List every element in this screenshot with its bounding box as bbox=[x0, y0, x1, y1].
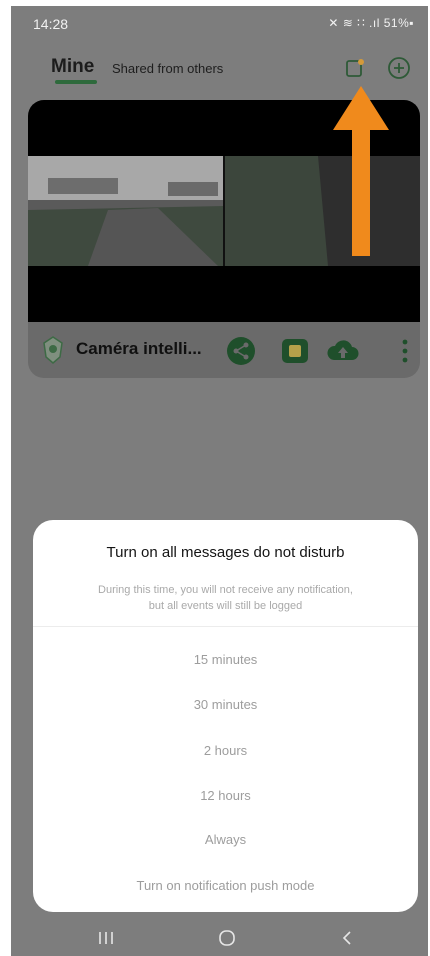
status-bar: 14:28 ✕ ≋ ∷ .ıl 51%▪ bbox=[11, 6, 428, 40]
system-nav-bar bbox=[11, 918, 428, 956]
sheet-description-line: During this time, you will not receive a… bbox=[98, 584, 353, 596]
sheet-description: During this time, you will not receive a… bbox=[57, 582, 394, 614]
sheet-title: Turn on all messages do not disturb bbox=[106, 544, 345, 561]
camera-name[interactable]: Caméra intelli... bbox=[76, 339, 202, 359]
message-notification-icon[interactable] bbox=[345, 58, 365, 78]
option-12-hours[interactable]: 12 hours bbox=[33, 788, 418, 803]
share-icon[interactable] bbox=[226, 336, 256, 366]
recent-apps-icon[interactable] bbox=[97, 930, 115, 946]
add-circle-icon[interactable] bbox=[387, 56, 411, 80]
phone-screen: 14:28 ✕ ≋ ∷ .ıl 51%▪ Mine Shared from ot… bbox=[11, 6, 428, 956]
status-indicators: ✕ ≋ ∷ .ıl 51%▪ bbox=[328, 16, 414, 30]
do-not-disturb-sheet: Turn on all messages do not disturb Duri… bbox=[33, 520, 418, 912]
option-30-minutes[interactable]: 30 minutes bbox=[33, 697, 418, 712]
camera-info-row: Caméra intelli... bbox=[28, 326, 420, 376]
option-15-minutes[interactable]: 15 minutes bbox=[33, 652, 418, 667]
option-notification-push-mode[interactable]: Turn on notification push mode bbox=[33, 878, 418, 893]
cloud-upload-icon[interactable] bbox=[325, 336, 361, 366]
option-2-hours[interactable]: 2 hours bbox=[33, 743, 418, 758]
sheet-description-line: but all events will still be logged bbox=[148, 600, 303, 612]
option-always[interactable]: Always bbox=[33, 832, 418, 847]
tab-active-indicator bbox=[55, 80, 97, 84]
more-vertical-icon[interactable] bbox=[398, 336, 412, 366]
annotation-arrow-icon bbox=[333, 86, 389, 256]
camera-brand-icon bbox=[43, 336, 63, 364]
clip-icon[interactable] bbox=[280, 336, 310, 366]
back-icon[interactable] bbox=[341, 929, 353, 947]
status-time: 14:28 bbox=[33, 16, 69, 32]
tab-mine[interactable]: Mine bbox=[51, 56, 94, 78]
sheet-divider bbox=[33, 626, 418, 627]
home-icon[interactable] bbox=[217, 928, 237, 948]
tab-shared-from-others[interactable]: Shared from others bbox=[112, 61, 223, 76]
